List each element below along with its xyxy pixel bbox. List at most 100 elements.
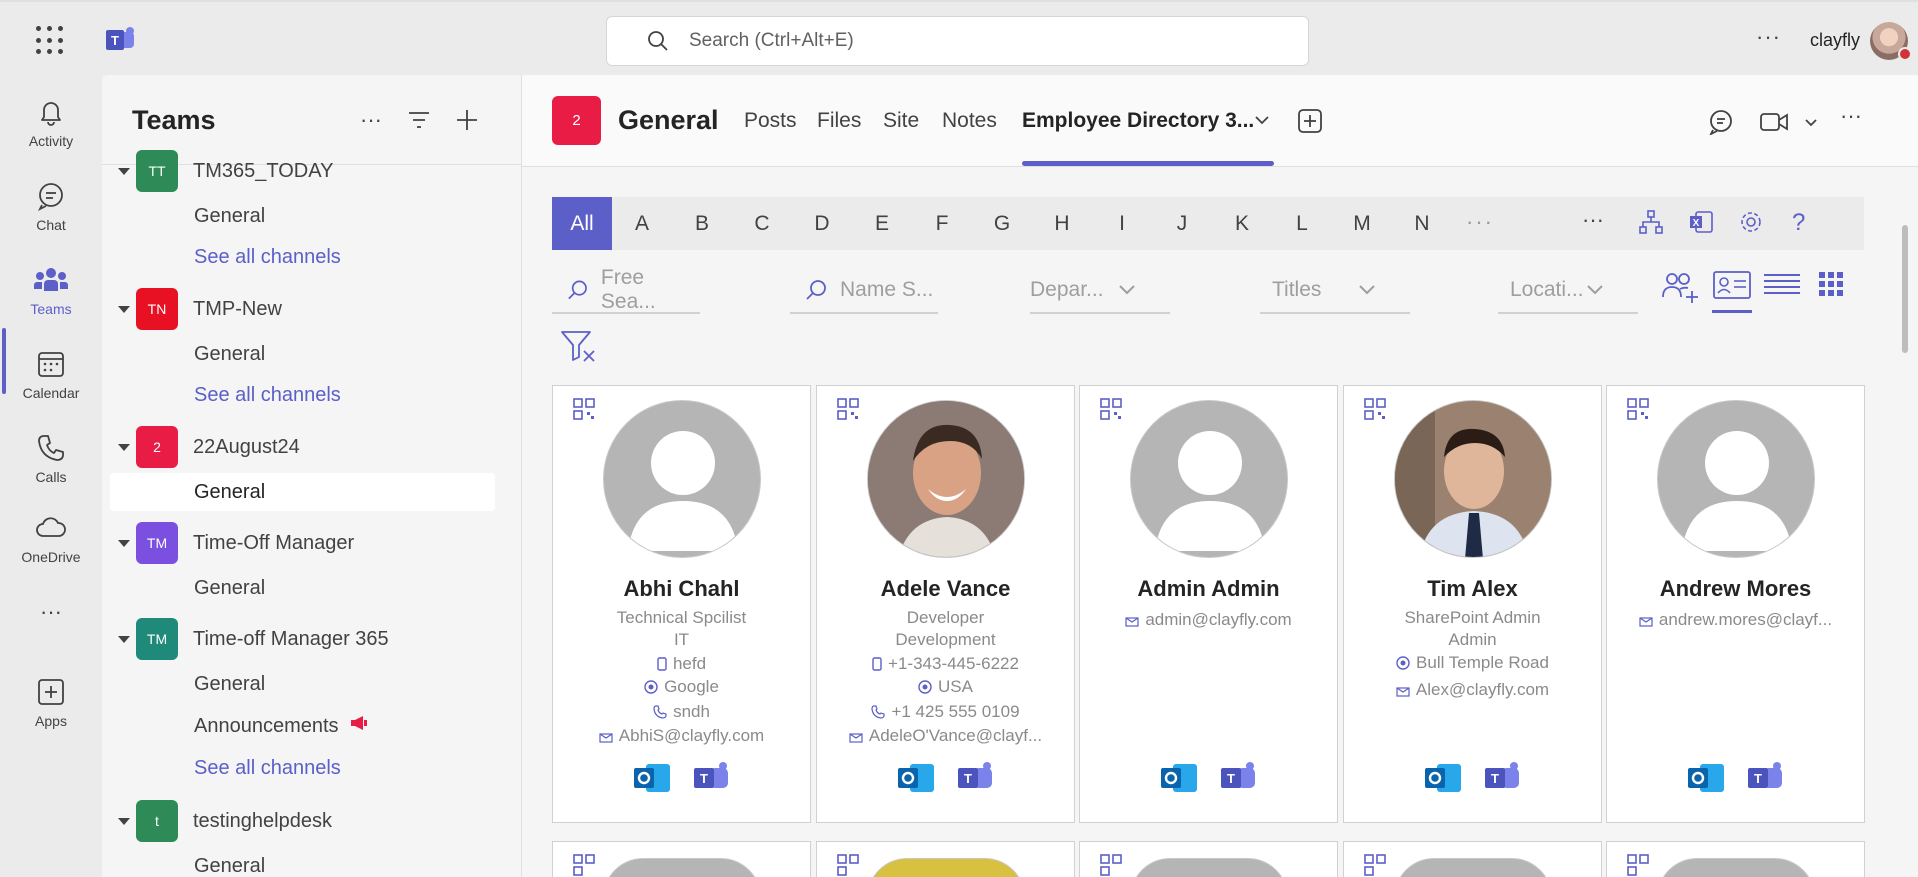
chevron-down-icon[interactable] [118, 635, 130, 643]
employee-card[interactable] [1079, 841, 1338, 877]
channel-item[interactable]: General [110, 335, 495, 373]
teams-chat-icon[interactable]: T [692, 760, 732, 801]
qr-code-icon[interactable] [1100, 854, 1122, 877]
rail-item-more[interactable]: ··· [0, 595, 102, 675]
see-all-channels-link[interactable]: See all channels [110, 749, 495, 787]
list-view-icon[interactable] [1762, 269, 1802, 306]
tab-notes[interactable]: Notes [942, 109, 997, 133]
team-row[interactable]: TN TMP-New [102, 287, 521, 331]
teams-chat-icon[interactable]: T [1746, 760, 1786, 801]
team-row[interactable]: t testinghelpdesk [102, 799, 521, 843]
video-icon[interactable] [1760, 111, 1788, 138]
team-row[interactable]: TM Time-Off Manager [102, 521, 521, 565]
channel-item-announcements[interactable]: Announcements [110, 707, 495, 745]
rail-item-calendar[interactable]: Calendar [0, 347, 102, 427]
qr-code-icon[interactable] [837, 398, 859, 425]
titles-dropdown[interactable]: Titles [1260, 267, 1410, 314]
qr-code-icon[interactable] [837, 854, 859, 877]
conversation-icon[interactable] [1708, 109, 1734, 140]
alpha-more[interactable]: ··· [1466, 209, 1494, 235]
outlook-icon[interactable] [1686, 760, 1726, 801]
more-options-icon[interactable]: ··· [1582, 207, 1604, 233]
channel-item-selected[interactable]: General [110, 473, 495, 511]
grid-view-icon[interactable] [1816, 269, 1846, 304]
team-row[interactable]: 2 22August24 [102, 425, 521, 469]
alpha-all[interactable]: All [552, 197, 612, 250]
qr-code-icon[interactable] [1364, 854, 1386, 877]
more-options-icon[interactable]: ··· [1756, 24, 1781, 50]
card-view-icon[interactable] [1712, 269, 1752, 313]
add-tab-icon[interactable] [1298, 109, 1322, 138]
alpha-j[interactable]: J [1152, 197, 1212, 250]
alpha-m[interactable]: M [1332, 197, 1392, 250]
employee-card[interactable] [552, 841, 811, 877]
employee-card[interactable] [1343, 841, 1602, 877]
alpha-a[interactable]: A [612, 197, 672, 250]
excel-export-icon[interactable]: X [1688, 209, 1714, 240]
rail-item-calls[interactable]: Calls [0, 431, 102, 511]
more-options-icon[interactable]: ··· [1840, 103, 1862, 129]
chevron-down-icon[interactable] [118, 539, 130, 547]
rail-item-chat[interactable]: Chat [0, 179, 102, 259]
free-search-input[interactable]: Free Sea... [552, 266, 700, 314]
employee-email[interactable]: andrew.mores@clayf... [1607, 610, 1864, 632]
help-icon[interactable]: ? [1792, 209, 1805, 237]
outlook-icon[interactable] [632, 760, 672, 801]
employee-card[interactable]: Abhi Chahl Technical Spcilist IT hefd Go… [552, 385, 811, 823]
channel-item[interactable]: General [110, 197, 495, 235]
tab-files[interactable]: Files [817, 109, 861, 133]
employee-email[interactable]: admin@clayfly.com [1080, 610, 1337, 632]
outlook-icon[interactable] [1159, 760, 1199, 801]
qr-code-icon[interactable] [573, 854, 595, 877]
qr-code-icon[interactable] [1627, 398, 1649, 425]
chevron-down-icon[interactable] [1804, 115, 1818, 133]
alpha-b[interactable]: B [672, 197, 732, 250]
team-row[interactable]: TT TM365_TODAY [102, 149, 521, 193]
chevron-down-icon[interactable] [118, 167, 130, 175]
alpha-e[interactable]: E [852, 197, 912, 250]
alpha-f[interactable]: F [912, 197, 972, 250]
tab-posts[interactable]: Posts [744, 109, 797, 133]
add-icon[interactable] [452, 105, 482, 135]
rail-item-onedrive[interactable]: OneDrive [0, 511, 102, 591]
employee-card[interactable]: Adele Vance Developer Development +1-343… [816, 385, 1075, 823]
tab-site[interactable]: Site [883, 109, 919, 133]
gear-icon[interactable] [1738, 209, 1764, 240]
app-launcher-icon[interactable] [36, 26, 66, 56]
rail-item-activity[interactable]: Activity [0, 95, 102, 175]
department-dropdown[interactable]: Depar... [1030, 267, 1170, 314]
employee-card[interactable]: Tim Alex SharePoint Admin Admin Bull Tem… [1343, 385, 1602, 823]
alpha-n[interactable]: N [1392, 197, 1452, 250]
location-dropdown[interactable]: Locati... [1498, 267, 1638, 314]
qr-code-icon[interactable] [573, 398, 595, 425]
search-input[interactable]: Search (Ctrl+Alt+E) [606, 16, 1309, 66]
see-all-channels-link[interactable]: See all channels [110, 376, 495, 414]
chevron-down-icon[interactable] [118, 443, 130, 451]
alpha-l[interactable]: L [1272, 197, 1332, 250]
teams-chat-icon[interactable]: T [1219, 760, 1259, 801]
chevron-down-icon[interactable] [1254, 113, 1270, 131]
employee-card[interactable] [1606, 841, 1865, 877]
employee-card[interactable] [816, 841, 1075, 877]
tab-employee-directory[interactable]: Employee Directory 3... [1022, 109, 1254, 133]
teams-chat-icon[interactable]: T [956, 760, 996, 801]
user-name[interactable]: clayfly [1810, 30, 1860, 51]
qr-code-icon[interactable] [1100, 398, 1122, 425]
team-row[interactable]: TM Time-off Manager 365 [102, 617, 521, 661]
channel-item[interactable]: General [110, 665, 495, 703]
qr-code-icon[interactable] [1627, 854, 1649, 877]
name-search-input[interactable]: Name S... [790, 267, 938, 314]
rail-item-teams[interactable]: Teams [0, 263, 102, 343]
employee-email[interactable]: AdeleO'Vance@clayf... [817, 726, 1074, 748]
alpha-i[interactable]: I [1092, 197, 1152, 250]
vertical-scrollbar[interactable] [1902, 225, 1908, 353]
see-all-channels-link[interactable]: See all channels [110, 238, 495, 276]
alpha-k[interactable]: K [1212, 197, 1272, 250]
employee-card[interactable]: Admin Admin admin@clayfly.com T [1079, 385, 1338, 823]
alpha-c[interactable]: C [732, 197, 792, 250]
filter-icon[interactable] [404, 105, 434, 135]
outlook-icon[interactable] [1423, 760, 1463, 801]
alpha-g[interactable]: G [972, 197, 1032, 250]
channel-item[interactable]: General [110, 847, 495, 877]
group-view-icon[interactable] [1660, 269, 1700, 310]
